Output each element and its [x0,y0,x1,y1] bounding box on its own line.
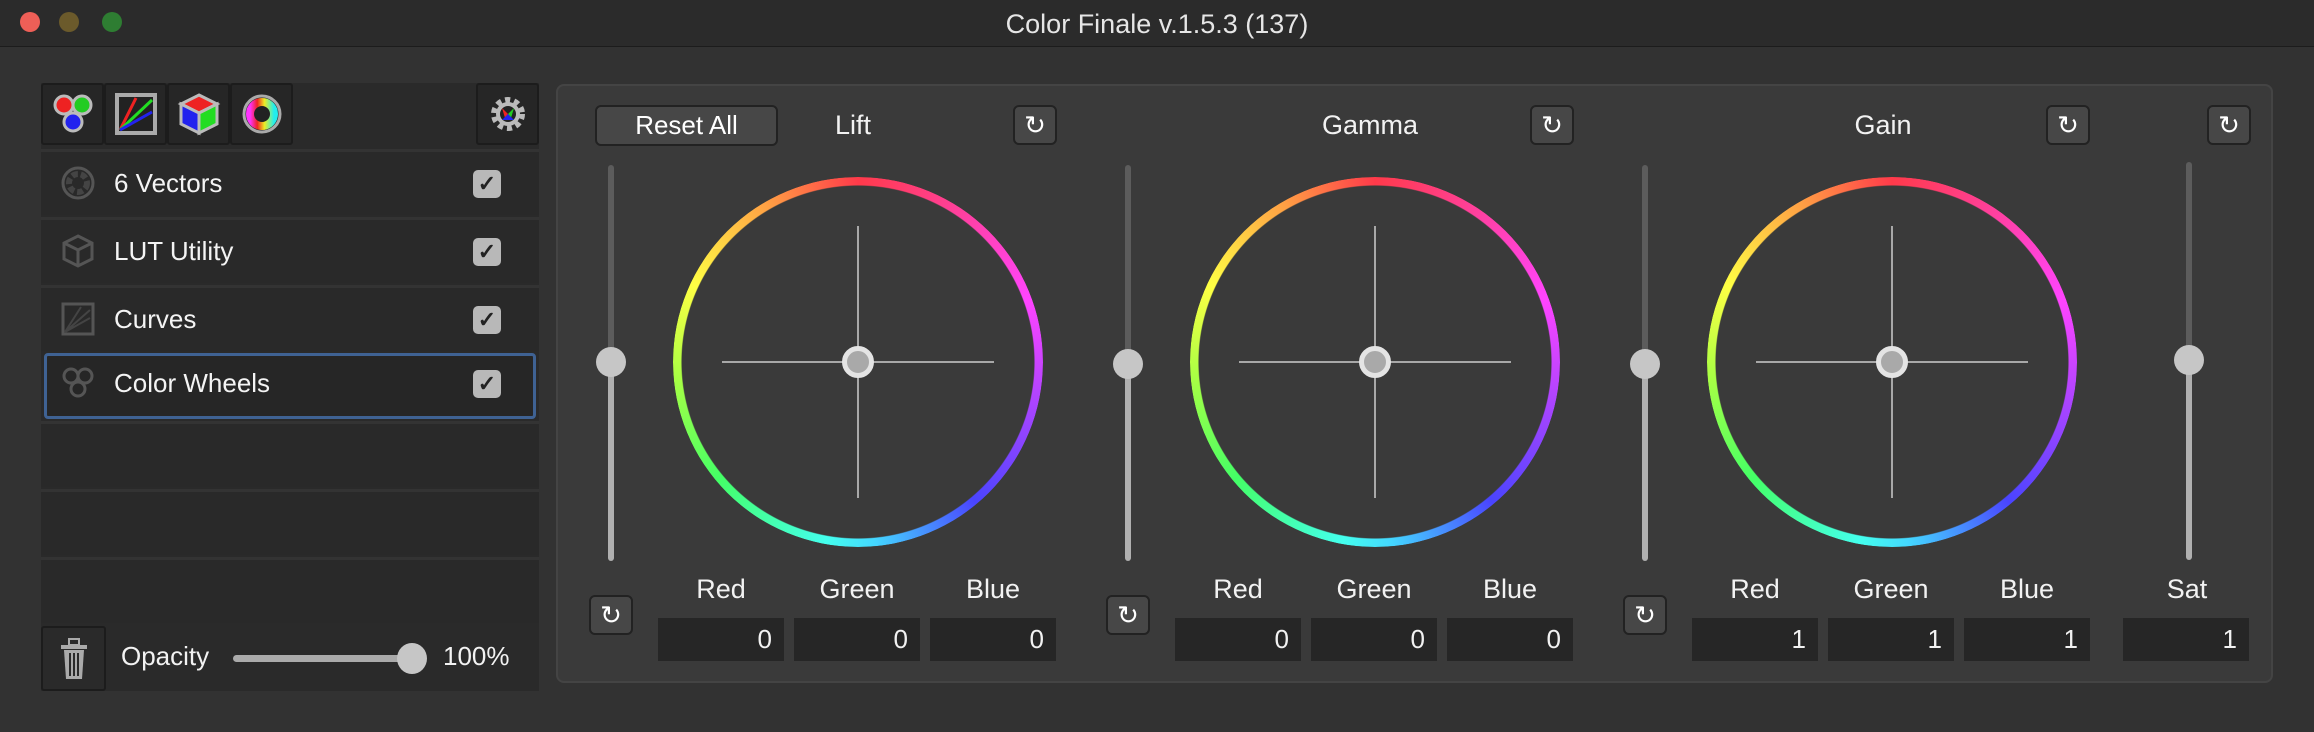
gain-reset-button[interactable]: ↻ [2046,105,2090,145]
color-wheels-icon [62,367,94,398]
gamma-red-field[interactable]: 0 [1175,618,1301,661]
settings-button[interactable] [476,83,539,145]
opacity-bar: Opacity 100% [41,626,539,691]
color-wheels-icon [53,94,92,133]
reset-all-button[interactable]: Reset All [595,105,778,146]
empty-row [41,557,539,623]
gamma-title: Gamma [1321,110,1419,140]
sat-label: Sat [2166,574,2208,604]
red-label: Red [1213,574,1263,604]
effect-row-curves[interactable]: Curves ✓ [41,285,539,351]
lut-tool-button[interactable] [167,83,230,145]
lift-wheel-puck[interactable] [842,346,874,378]
gamma-blue-field[interactable]: 0 [1447,618,1573,661]
gamma-green-field[interactable]: 0 [1311,618,1437,661]
gamma-reset-button[interactable]: ↻ [1530,105,1574,145]
effect-row-color-wheels[interactable]: Color Wheels ✓ [44,353,536,419]
effect-label: 6 Vectors [114,168,223,198]
green-label: Green [1853,574,1929,604]
lift-green-field[interactable]: 0 [794,618,920,661]
gamma-luma-thumb[interactable] [1113,349,1143,379]
sat-slider-track-fill[interactable] [2186,360,2192,560]
curves-icon [61,302,95,336]
effect-label: LUT Utility [114,236,234,266]
lut-cube-icon [177,93,220,136]
lift-luma-thumb[interactable] [596,347,626,377]
gamma-wheel-puck[interactable] [1359,346,1391,378]
six-vectors-tool-button[interactable] [230,83,293,145]
blue-label: Blue [965,574,1021,604]
opacity-value: 100% [443,641,510,671]
window-title: Color Finale v.1.5.3 (137) [1005,9,1309,39]
gain-luma-track-fill[interactable] [1642,362,1648,561]
red-label: Red [1730,574,1780,604]
enable-checkbox[interactable]: ✓ [473,306,501,334]
gain-red-field[interactable]: 1 [1692,618,1818,661]
lift-blue-field[interactable]: 0 [930,618,1056,661]
lift-red-field[interactable]: 0 [658,618,784,661]
gamma-luma-track[interactable] [1125,165,1131,362]
gain-luma-track[interactable] [1642,165,1648,362]
cube-icon [62,234,94,268]
six-vectors-icon [61,166,95,200]
red-label: Red [696,574,746,604]
lift-reset-button[interactable]: ↻ [1013,105,1057,145]
effect-label: Curves [114,304,197,334]
gain-blue-field[interactable]: 1 [1964,618,2090,661]
sat-reset-button[interactable]: ↻ [2207,105,2251,145]
gain-title: Gain [1854,110,1912,140]
curves-icon [114,93,157,135]
empty-row [41,421,539,487]
lift-title: Lift [834,110,872,140]
effect-row-lut-utility[interactable]: LUT Utility ✓ [41,217,539,283]
gain-luma-reset-button[interactable]: ↻ [1623,595,1667,635]
sidebar: 6 Vectors ✓ LUT Utility ✓ Curves ✓ Color… [41,83,539,691]
enable-checkbox[interactable]: ✓ [473,370,501,398]
gamma-luma-reset-button[interactable]: ↻ [1106,595,1150,635]
sat-slider-thumb[interactable] [2174,345,2204,375]
lift-luma-track-fill[interactable] [608,362,614,561]
gamma-luma-track-fill[interactable] [1125,362,1131,561]
sat-slider-track[interactable] [2186,162,2192,360]
empty-row [41,489,539,555]
title-bar: Color Finale v.1.5.3 (137) [0,0,2314,47]
blue-label: Blue [1482,574,1538,604]
sat-field[interactable]: 1 [2123,618,2249,661]
six-vectors-icon [242,94,281,134]
lift-luma-track[interactable] [608,165,614,362]
curves-tool-button[interactable] [104,83,167,145]
blue-label: Blue [1999,574,2055,604]
green-label: Green [819,574,895,604]
enable-checkbox[interactable]: ✓ [473,170,501,198]
gain-luma-thumb[interactable] [1630,349,1660,379]
opacity-slider-thumb[interactable] [397,643,427,674]
effect-label: Color Wheels [114,368,271,398]
delete-button[interactable] [41,626,106,691]
gain-green-field[interactable]: 1 [1828,618,1954,661]
lift-luma-reset-button[interactable]: ↻ [589,595,633,635]
opacity-label: Opacity [121,641,210,671]
trash-icon [60,637,87,679]
gear-icon [490,97,525,131]
color-wheels-tool-button[interactable] [41,83,104,145]
enable-checkbox[interactable]: ✓ [473,238,501,266]
effect-row-6-vectors[interactable]: 6 Vectors ✓ [41,149,539,215]
green-label: Green [1336,574,1412,604]
gain-wheel-puck[interactable] [1876,346,1908,378]
opacity-slider-track[interactable] [233,655,423,662]
